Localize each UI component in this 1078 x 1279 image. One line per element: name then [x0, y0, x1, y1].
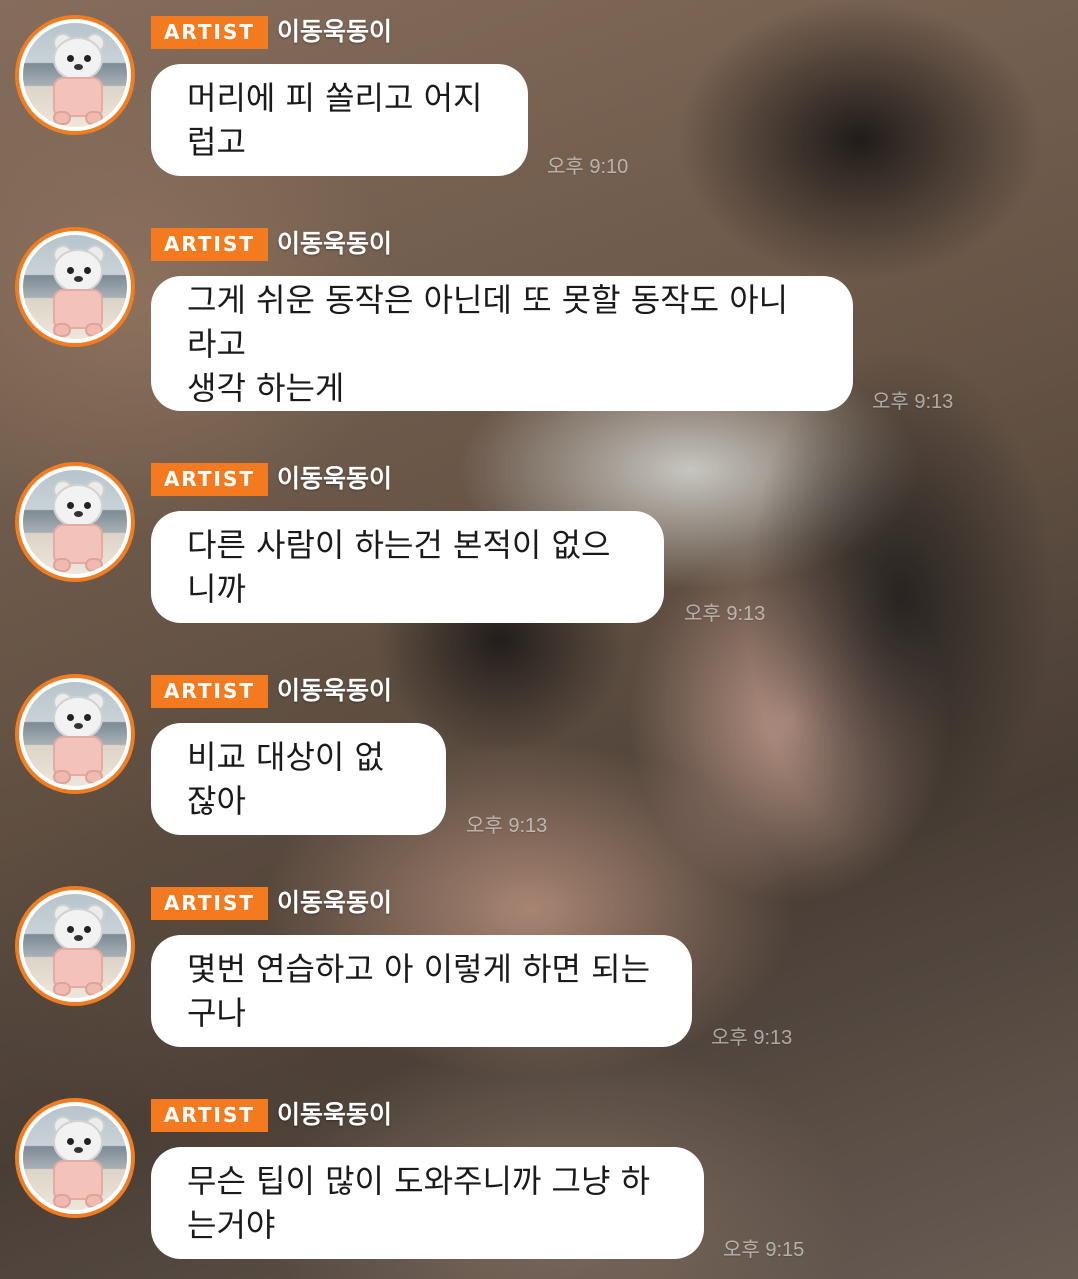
bear-avatar-icon[interactable]: [15, 227, 135, 347]
bear-foot: [85, 558, 103, 572]
bear-eye: [84, 714, 91, 721]
bear-nose: [74, 276, 83, 282]
bear-avatar-icon[interactable]: [15, 886, 135, 1006]
bear-eye: [84, 1138, 91, 1145]
message-bubble[interactable]: 머리에 피 쏠리고 어지럽고: [151, 64, 528, 176]
bear-foot: [53, 770, 71, 784]
message-time: 오후 9:15: [723, 1239, 805, 1261]
artist-badge: ARTIST: [151, 463, 268, 496]
bear-avatar-icon[interactable]: [15, 15, 135, 135]
avatar-scene: [23, 682, 127, 786]
message-time: 오후 9:13: [872, 391, 954, 413]
artist-badge: ARTIST: [151, 675, 268, 708]
avatar-scene: [23, 23, 127, 127]
message-bubble[interactable]: 그게 쉬운 동작은 아닌데 또 못할 동작도 아니라고 생각 하는게: [151, 276, 853, 411]
sender-name[interactable]: 이동욱동이: [277, 885, 392, 921]
bear-eye: [84, 502, 91, 509]
bear-avatar-icon[interactable]: [15, 1098, 135, 1218]
bear-foot: [53, 323, 71, 337]
bear-foot: [85, 1194, 103, 1208]
bear-nose: [74, 511, 83, 517]
message-bubble[interactable]: 비교 대상이 없잖아: [151, 723, 446, 835]
bear-head: [53, 696, 103, 740]
message-time: 오후 9:13: [711, 1027, 793, 1049]
sender-name[interactable]: 이동욱동이: [277, 461, 392, 497]
message-row: ARTIST 이동욱동이 다른 사람이 하는건 본적이 없으니까 오후 9:13: [0, 447, 1078, 659]
bear-foot: [53, 111, 71, 125]
bear-head: [53, 908, 103, 952]
bear-head: [53, 484, 103, 528]
bear-head: [53, 37, 103, 81]
bear-avatar-icon[interactable]: [15, 462, 135, 582]
bear-eye: [67, 1138, 74, 1145]
avatar-scene: [23, 235, 127, 339]
bear-foot: [85, 323, 103, 337]
message-bubble[interactable]: 다른 사람이 하는건 본적이 없으니까: [151, 511, 664, 623]
message-time: 오후 9:10: [547, 156, 629, 178]
message-row: ARTIST 이동욱동이 그게 쉬운 동작은 아닌데 또 못할 동작도 아니라고…: [0, 212, 1078, 447]
bear-foot: [53, 1194, 71, 1208]
bear-foot: [85, 982, 103, 996]
avatar-scene: [23, 1106, 127, 1210]
artist-badge: ARTIST: [151, 1099, 268, 1132]
message-bubble[interactable]: 몇번 연습하고 아 이렇게 하면 되는구나: [151, 935, 692, 1047]
bear-eye: [67, 926, 74, 933]
bear-nose: [74, 723, 83, 729]
bear-foot: [53, 558, 71, 572]
message-row: ARTIST 이동욱동이 무슨 팁이 많이 도와주니까 그냥 하는거야 오후 9…: [0, 1083, 1078, 1279]
bear-eye: [84, 267, 91, 274]
bear-head: [53, 1120, 103, 1164]
bear-nose: [74, 1147, 83, 1153]
bear-eye: [67, 267, 74, 274]
bear-foot: [53, 982, 71, 996]
message-row: ARTIST 이동욱동이 몇번 연습하고 아 이렇게 하면 되는구나 오후 9:…: [0, 871, 1078, 1083]
bear-nose: [74, 935, 83, 941]
bear-nose: [74, 64, 83, 70]
bear-eye: [67, 502, 74, 509]
message-bubble[interactable]: 무슨 팁이 많이 도와주니까 그냥 하는거야: [151, 1147, 704, 1259]
bear-eye: [84, 926, 91, 933]
message-row: ARTIST 이동욱동이 머리에 피 쏠리고 어지럽고 오후 9:10: [0, 0, 1078, 212]
artist-badge: ARTIST: [151, 228, 268, 261]
sender-name[interactable]: 이동욱동이: [277, 673, 392, 709]
artist-badge: ARTIST: [151, 16, 268, 49]
avatar-scene: [23, 894, 127, 998]
bear-eye: [67, 714, 74, 721]
artist-badge: ARTIST: [151, 887, 268, 920]
bear-foot: [85, 770, 103, 784]
bear-eye: [84, 55, 91, 62]
sender-name[interactable]: 이동욱동이: [277, 1097, 392, 1133]
avatar-scene: [23, 470, 127, 574]
bear-avatar-icon[interactable]: [15, 674, 135, 794]
message-row: ARTIST 이동욱동이 비교 대상이 없잖아 오후 9:13: [0, 659, 1078, 871]
sender-name[interactable]: 이동욱동이: [277, 14, 392, 50]
bear-head: [53, 249, 103, 293]
bear-eye: [67, 55, 74, 62]
bear-foot: [85, 111, 103, 125]
sender-name[interactable]: 이동욱동이: [277, 226, 392, 262]
message-time: 오후 9:13: [466, 815, 548, 837]
message-time: 오후 9:13: [684, 603, 766, 625]
